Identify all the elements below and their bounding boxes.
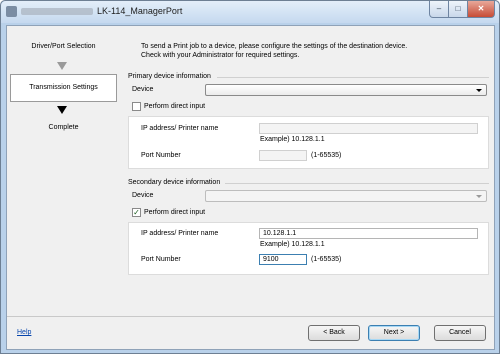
step-driver-port-selection: Driver/Port Selection bbox=[31, 43, 96, 50]
title-product-name-redacted bbox=[21, 8, 93, 15]
secondary-ip-input[interactable]: 10.128.1.1 bbox=[259, 228, 478, 239]
secondary-device-label: Device bbox=[132, 192, 154, 199]
step-arrow-down-icon bbox=[57, 62, 67, 70]
window-title: LK-114_ManagerPort bbox=[97, 6, 183, 16]
checkmark-icon: ✓ bbox=[133, 208, 140, 217]
next-button[interactable]: Next > bbox=[368, 325, 420, 341]
intro-text: To send a Print job to a device, please … bbox=[141, 42, 481, 60]
step-complete: Complete bbox=[48, 124, 79, 131]
chevron-down-icon bbox=[476, 195, 482, 198]
primary-direct-input-checkbox[interactable] bbox=[132, 102, 141, 111]
primary-ip-label: IP address/ Printer name bbox=[141, 125, 219, 132]
wizard-client-area: Driver/Port Selection Transmission Setti… bbox=[6, 25, 495, 350]
intro-line-2: Check with your Administrator for requir… bbox=[141, 52, 300, 59]
back-button[interactable]: < Back bbox=[308, 325, 360, 341]
primary-port-range: (1-65535) bbox=[311, 152, 342, 159]
secondary-ip-example: Example) 10.128.1.1 bbox=[260, 241, 325, 248]
app-icon bbox=[6, 6, 17, 17]
cancel-button[interactable]: Cancel bbox=[434, 325, 486, 341]
chevron-down-icon bbox=[476, 89, 482, 92]
secondary-port-input[interactable]: 9100 bbox=[259, 254, 307, 265]
title-bar[interactable]: LK-114_ManagerPort – □ ✕ bbox=[1, 1, 499, 23]
secondary-direct-input-checkbox[interactable]: ✓ bbox=[132, 208, 141, 217]
secondary-direct-input-label[interactable]: Perform direct input bbox=[144, 209, 205, 216]
primary-port-input[interactable] bbox=[259, 150, 307, 161]
footer-divider bbox=[7, 316, 494, 317]
step-navigation: Driver/Port Selection Transmission Setti… bbox=[7, 26, 120, 315]
minimize-button[interactable]: – bbox=[429, 1, 449, 18]
secondary-device-select[interactable] bbox=[205, 190, 487, 202]
maximize-button[interactable]: □ bbox=[448, 1, 468, 18]
step-arrow-down-icon bbox=[57, 106, 67, 114]
secondary-port-range: (1-65535) bbox=[311, 256, 342, 263]
close-button[interactable]: ✕ bbox=[467, 1, 495, 18]
step-transmission-settings: Transmission Settings bbox=[10, 74, 117, 102]
secondary-group-label: Secondary device information bbox=[128, 179, 221, 186]
primary-device-select[interactable] bbox=[205, 84, 487, 96]
primary-direct-input-label[interactable]: Perform direct input bbox=[144, 103, 205, 110]
primary-ip-example: Example) 10.128.1.1 bbox=[260, 136, 325, 143]
intro-line-1: To send a Print job to a device, please … bbox=[141, 43, 408, 50]
secondary-ip-label: IP address/ Printer name bbox=[141, 230, 219, 237]
help-link[interactable]: Help bbox=[17, 329, 31, 336]
primary-port-label: Port Number bbox=[141, 152, 181, 159]
primary-group-label: Primary device information bbox=[128, 73, 211, 80]
secondary-group-divider bbox=[225, 183, 489, 184]
secondary-port-label: Port Number bbox=[141, 256, 181, 263]
primary-group-divider bbox=[217, 77, 489, 78]
primary-device-label: Device bbox=[132, 86, 154, 93]
wizard-window: LK-114_ManagerPort – □ ✕ Driver/Port Sel… bbox=[0, 0, 500, 354]
primary-ip-input[interactable] bbox=[259, 123, 478, 134]
